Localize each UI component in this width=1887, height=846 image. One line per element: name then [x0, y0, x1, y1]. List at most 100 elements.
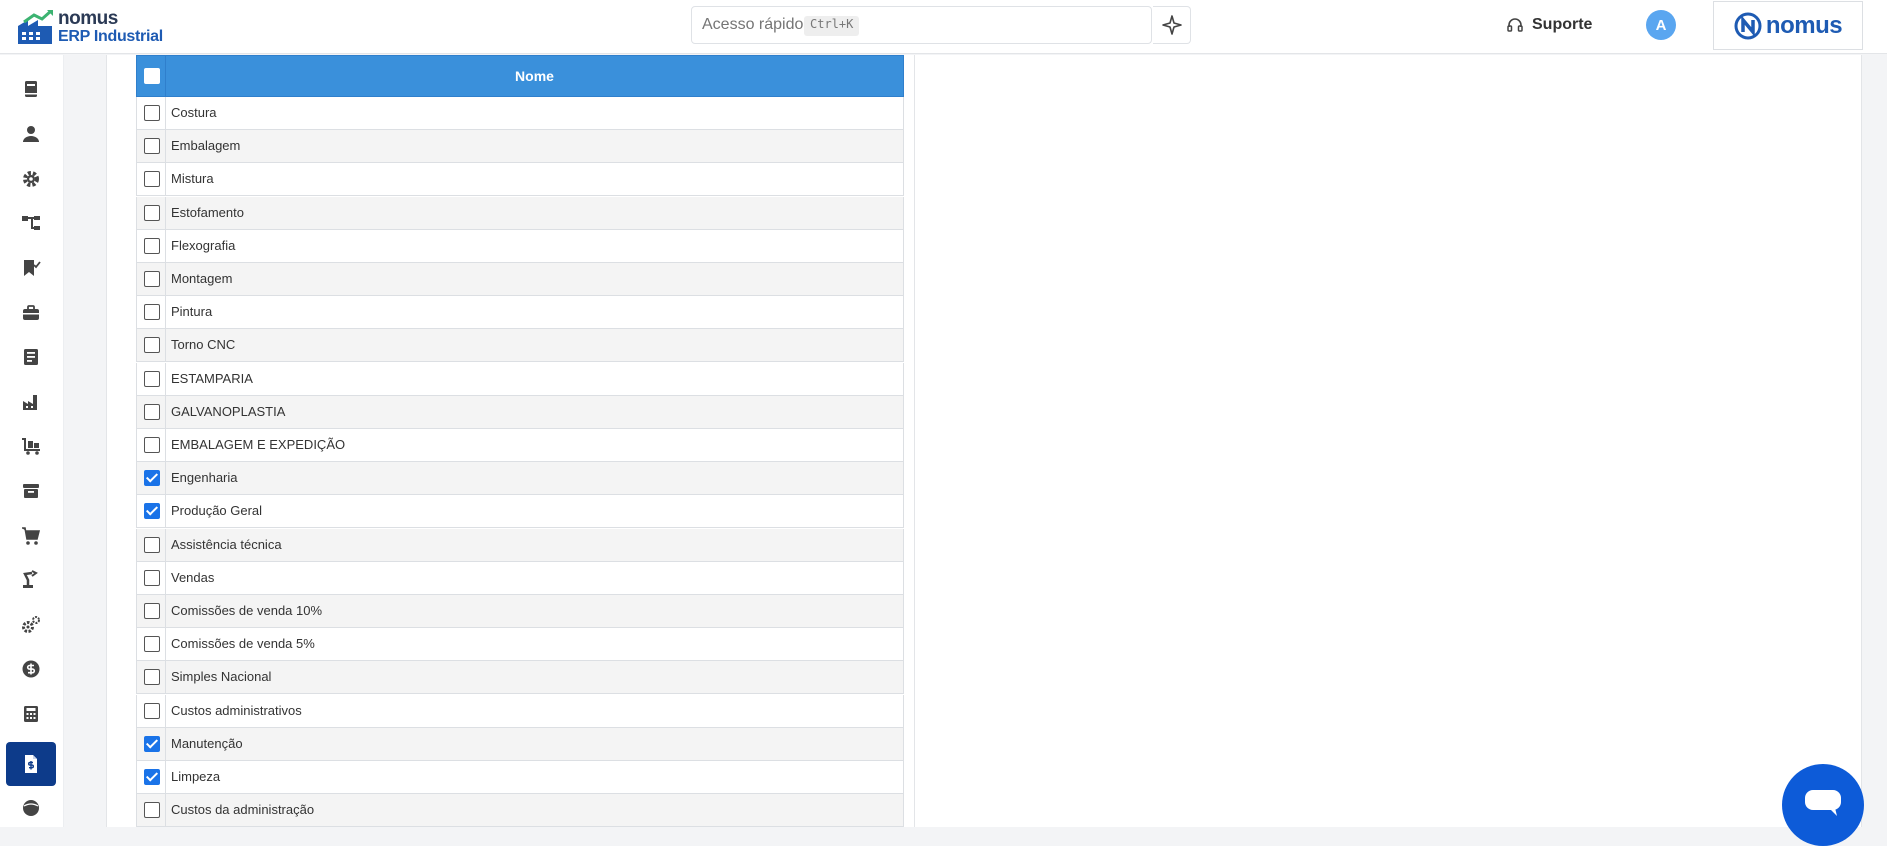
- quick-access-box[interactable]: Ctrl+K: [691, 6, 1152, 44]
- row-checkbox[interactable]: [144, 702, 160, 719]
- table-row[interactable]: Custos administrativos: [136, 694, 904, 728]
- sidebar-item-invoice[interactable]: [6, 742, 56, 786]
- table-row[interactable]: EMBALAGEM E EXPEDIÇÃO: [136, 429, 904, 462]
- main-content: Nome Costura Embalagem Mistura Estofamento F…: [106, 55, 1862, 828]
- row-checkbox-cell: [137, 196, 166, 229]
- product-name: ERP Industrial: [58, 28, 163, 45]
- row-checkbox-cell: [137, 395, 166, 428]
- table-row[interactable]: Vendas: [136, 561, 904, 595]
- row-checkbox[interactable]: [144, 437, 160, 453]
- sidebar-item-cart[interactable]: [6, 514, 56, 558]
- nomus-erp-logo[interactable]: nomus ERP Industrial: [18, 6, 168, 46]
- table-row[interactable]: Embalagem: [136, 130, 904, 164]
- table-row[interactable]: Montagem: [136, 263, 904, 296]
- sidebar-item-hierarchy[interactable]: [6, 201, 56, 245]
- row-checkbox[interactable]: [144, 603, 160, 619]
- shortcut-hint: Ctrl+K: [804, 16, 860, 36]
- robot-arm-icon: [23, 570, 38, 588]
- table-row[interactable]: Manutenção: [136, 727, 904, 761]
- sidebar-item-calculator[interactable]: [6, 692, 56, 736]
- table-row[interactable]: Costura: [136, 97, 904, 130]
- table-row[interactable]: GALVANOPLASTIA: [136, 395, 904, 429]
- table-row[interactable]: Torno CNC: [136, 329, 904, 363]
- row-checkbox[interactable]: [144, 138, 160, 155]
- column-header-nome[interactable]: Nome: [166, 56, 903, 96]
- sidebar-item-robot-arm[interactable]: [6, 558, 56, 602]
- select-all-cell: [137, 56, 166, 96]
- row-checkbox-cell: [137, 595, 166, 627]
- support-button[interactable]: Suporte: [1506, 14, 1592, 36]
- panel-divider: [914, 55, 915, 827]
- row-checkbox-cell: [137, 462, 166, 495]
- headset-icon: [1507, 18, 1523, 32]
- sidebar-item-globe[interactable]: [6, 785, 56, 829]
- row-checkbox[interactable]: [144, 271, 160, 287]
- dollar-circle-icon: [22, 660, 40, 678]
- row-name: Montagem: [171, 271, 233, 286]
- sidebar-item-book[interactable]: [6, 67, 56, 111]
- table-row[interactable]: Flexografia: [136, 229, 904, 263]
- row-name: Mistura: [171, 171, 214, 187]
- row-checkbox[interactable]: [144, 802, 160, 819]
- user-avatar[interactable]: A: [1646, 10, 1676, 40]
- document-icon: [24, 349, 38, 365]
- row-checkbox-cell: [137, 429, 166, 461]
- row-checkbox[interactable]: [144, 503, 160, 520]
- row-checkbox[interactable]: [144, 536, 160, 553]
- row-checkbox-cell: [137, 229, 166, 262]
- sidebar-item-finance[interactable]: [6, 647, 56, 691]
- table-row[interactable]: Produção Geral: [136, 495, 904, 529]
- row-checkbox[interactable]: [144, 769, 160, 785]
- bookmark-check-icon: [24, 260, 41, 276]
- table-row[interactable]: Engenharia: [136, 462, 904, 496]
- row-checkbox-cell: [137, 263, 166, 295]
- row-checkbox[interactable]: [144, 669, 160, 686]
- sidebar-item-gears[interactable]: [6, 603, 56, 647]
- sidebar-item-user[interactable]: [6, 112, 56, 156]
- row-checkbox[interactable]: [144, 304, 160, 321]
- sidebar-item-factory[interactable]: [6, 380, 56, 424]
- row-checkbox[interactable]: [144, 403, 160, 420]
- table-row[interactable]: Mistura: [136, 163, 904, 197]
- table-row[interactable]: ESTAMPARIA: [136, 362, 904, 396]
- row-checkbox[interactable]: [144, 237, 160, 254]
- book-icon: [25, 81, 37, 97]
- table-row[interactable]: Custos da administração: [136, 794, 904, 828]
- row-checkbox[interactable]: [144, 370, 160, 387]
- row-name: Simples Nacional: [171, 669, 272, 685]
- row-name: Vendas: [171, 569, 215, 585]
- row-checkbox[interactable]: [144, 569, 160, 586]
- row-checkbox[interactable]: [144, 735, 160, 752]
- sidebar-item-briefcase[interactable]: [6, 291, 56, 335]
- quick-access-input[interactable]: [692, 7, 1152, 43]
- user-icon: [23, 126, 39, 142]
- row-checkbox[interactable]: [144, 470, 160, 487]
- table-row[interactable]: Limpeza: [136, 761, 904, 794]
- row-checkbox[interactable]: [144, 636, 160, 653]
- table-row[interactable]: Pintura: [136, 296, 904, 330]
- support-label: Suporte: [1532, 16, 1593, 33]
- row-name: Torno CNC: [171, 337, 236, 353]
- row-checkbox[interactable]: [144, 204, 160, 221]
- sidebar-item-flatbed[interactable]: [6, 424, 56, 468]
- chat-button[interactable]: [1782, 764, 1864, 846]
- table-row[interactable]: Simples Nacional: [136, 661, 904, 695]
- row-checkbox[interactable]: [144, 171, 160, 188]
- sidebar-item-gear[interactable]: [6, 157, 56, 201]
- row-name: Flexografia: [171, 237, 236, 253]
- table-row[interactable]: Comissões de venda 5%: [136, 628, 904, 662]
- table-row[interactable]: Assistência técnica: [136, 528, 904, 562]
- table-row[interactable]: Comissões de venda 10%: [136, 595, 904, 628]
- factory-logo-icon: [18, 10, 53, 44]
- row-checkbox[interactable]: [144, 105, 160, 121]
- table-row[interactable]: Estofamento: [136, 196, 904, 230]
- sidebar-item-bookmark[interactable]: [6, 246, 56, 290]
- ai-assistant-button[interactable]: [1153, 6, 1191, 44]
- sidebar-item-document[interactable]: [6, 335, 56, 379]
- brand-name: nomus: [58, 8, 118, 29]
- row-checkbox-cell: [137, 130, 166, 163]
- sidebar-item-archive[interactable]: [6, 469, 56, 513]
- select-all-checkbox[interactable]: [144, 68, 160, 84]
- row-checkbox-cell: [137, 727, 166, 760]
- row-checkbox[interactable]: [144, 337, 160, 354]
